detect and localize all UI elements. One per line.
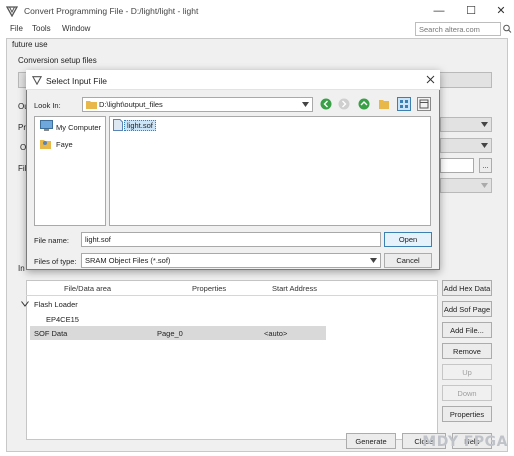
look-in-value: D:\light\output_files	[99, 100, 163, 109]
open-button[interactable]: Open	[384, 232, 432, 247]
browse-file-button[interactable]: ...	[479, 158, 492, 173]
options-select[interactable]	[440, 138, 492, 153]
file-type-label: Files of type:	[34, 257, 77, 266]
menu-tools[interactable]: Tools	[32, 24, 51, 33]
remove-button[interactable]: Remove	[442, 343, 492, 359]
window-title: Convert Programming File - D:/light/ligh…	[24, 6, 199, 16]
search-icon[interactable]	[502, 22, 512, 36]
file-type-value: SRAM Object Files (*.sof)	[85, 256, 171, 265]
file-name-label: File name:	[34, 236, 70, 245]
tree-item-device[interactable]: EP4CE15	[46, 315, 79, 324]
close-window-button[interactable]: ✕	[492, 4, 510, 18]
file-type-select[interactable]: SRAM Object Files (*.sof)	[81, 253, 381, 268]
input-files-table[interactable]	[26, 280, 438, 440]
new-folder-icon[interactable]	[378, 98, 390, 110]
table-header-divider	[26, 295, 438, 296]
conversion-setup-title: Conversion setup files	[18, 56, 97, 65]
user-folder-icon	[40, 140, 51, 149]
look-in-select[interactable]: D:\light\output_files	[82, 97, 313, 112]
tree-item-flash-loader[interactable]: Flash Loader	[34, 300, 78, 309]
folder-icon	[86, 101, 97, 109]
file-list[interactable]	[109, 116, 431, 226]
places-panel	[34, 116, 106, 226]
chevron-down-icon	[370, 258, 377, 263]
place-faye[interactable]: Faye	[56, 140, 73, 149]
look-in-label: Look In:	[34, 101, 61, 110]
sof-data-name: SOF Data	[34, 329, 68, 338]
programming-label-fragment: Pr	[18, 123, 26, 132]
up-button[interactable]: Up	[442, 364, 492, 380]
search-input[interactable]: Search altera.com	[415, 22, 501, 36]
input-files-label-fragment: In	[18, 264, 25, 273]
maximize-button[interactable]: ☐	[462, 4, 480, 18]
tree-expand-icon[interactable]	[21, 301, 29, 307]
menu-window[interactable]: Window	[62, 24, 90, 33]
back-icon[interactable]	[320, 98, 332, 110]
computer-icon	[40, 120, 53, 131]
column-header-file[interactable]: File/Data area	[64, 284, 111, 293]
forward-icon[interactable]	[338, 98, 350, 110]
place-my-computer[interactable]: My Computer	[56, 123, 101, 132]
generate-button[interactable]: Generate	[346, 433, 396, 449]
add-hex-data-button[interactable]: Add Hex Data	[442, 280, 492, 296]
sof-file-icon	[113, 119, 123, 131]
chevron-down-icon	[302, 102, 309, 107]
dialog-title: Select Input File	[46, 76, 107, 86]
details-view-icon[interactable]	[417, 97, 431, 111]
add-file-button[interactable]: Add File...	[442, 322, 492, 338]
file-name-input[interactable]: light.sof	[81, 232, 381, 247]
dialog-close-icon[interactable]	[426, 75, 435, 84]
app-icon	[6, 6, 18, 17]
column-header-properties[interactable]: Properties	[192, 284, 226, 293]
cancel-button[interactable]: Cancel	[384, 253, 432, 268]
programming-file-type-select[interactable]	[440, 117, 492, 132]
column-header-start-address[interactable]: Start Address	[272, 284, 317, 293]
menu-file[interactable]: File	[10, 24, 23, 33]
dialog-app-icon	[32, 76, 42, 85]
properties-button[interactable]: Properties	[442, 406, 492, 422]
add-sof-page-button[interactable]: Add Sof Page	[442, 301, 492, 317]
file-name-field[interactable]	[440, 158, 474, 173]
up-folder-icon[interactable]	[358, 98, 370, 110]
list-view-icon[interactable]	[397, 97, 411, 111]
file-item-light-sof[interactable]: light.sof	[124, 120, 156, 131]
minimize-button[interactable]: —	[430, 4, 448, 18]
advanced-select[interactable]	[440, 178, 492, 193]
future-use-label: future use	[12, 40, 48, 49]
watermark: MDY FPGA	[422, 434, 508, 450]
sof-data-address: <auto>	[264, 329, 288, 338]
down-button[interactable]: Down	[442, 385, 492, 401]
sof-data-properties: Page_0	[157, 329, 183, 338]
